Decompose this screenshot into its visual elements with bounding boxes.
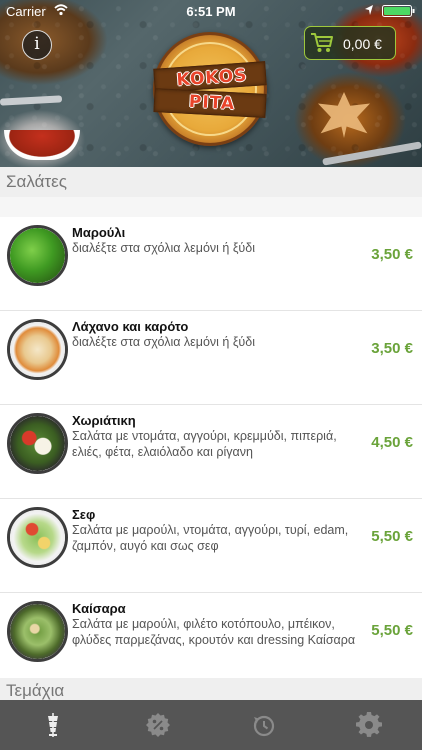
- item-description: Σαλάτα με μαρούλι, ντομάτα, αγγούρι, τυρ…: [72, 523, 349, 553]
- battery-icon: [382, 5, 415, 17]
- list-item[interactable]: Χωριάτικη Σαλάτα με ντομάτα, αγγούρι, κρ…: [0, 405, 422, 499]
- location-icon: [365, 5, 373, 15]
- cart-total: 0,00 €: [343, 36, 382, 52]
- item-name: Σεφ: [72, 507, 96, 522]
- list-item[interactable]: Λάχανο και καρότο διαλέξτε στα σχόλια λε…: [0, 311, 422, 405]
- cart-icon: [311, 33, 333, 52]
- item-name: Μαρούλι: [72, 225, 126, 240]
- status-time: 6:51 PM: [186, 4, 236, 19]
- tab-settings[interactable]: [317, 700, 422, 750]
- item-name: Χωριάτικη: [72, 413, 136, 428]
- gyro-icon: [47, 713, 58, 737]
- item-price: 4,50 €: [371, 434, 413, 451]
- info-icon: i: [34, 34, 40, 54]
- item-thumbnail: [7, 319, 68, 380]
- item-thumbnail: [7, 601, 68, 662]
- header-banner: Carrier 6:51 PM i KOKOS PITA 0,00 €: [0, 0, 422, 167]
- discount-icon: [146, 713, 171, 737]
- item-description: διαλέξτε στα σχόλια λεμόνι ή ξύδι: [72, 241, 255, 255]
- history-icon: [253, 715, 274, 737]
- list-item[interactable]: Σεφ Σαλάτα με μαρούλι, ντομάτα, αγγούρι,…: [0, 499, 422, 593]
- item-price: 5,50 €: [371, 622, 413, 639]
- item-price: 5,50 €: [371, 528, 413, 545]
- section-spacer: [0, 197, 422, 217]
- menu-list: Μαρούλι διαλέξτε στα σχόλια λεμόνι ή ξύδ…: [0, 217, 422, 687]
- item-description: διαλέξτε στα σχόλια λεμόνι ή ξύδι: [72, 335, 255, 349]
- section-title: Τεμάχια: [6, 681, 65, 700]
- item-description: Σαλάτα με ντομάτα, αγγούρι, κρεμμύδι, πι…: [72, 429, 337, 459]
- tab-menu[interactable]: [0, 700, 106, 750]
- cart-button[interactable]: 0,00 €: [304, 26, 396, 60]
- status-bar: Carrier 6:51 PM: [0, 0, 422, 22]
- info-button[interactable]: i: [22, 30, 52, 60]
- item-name: Λάχανο και καρότο: [72, 319, 189, 334]
- item-name: Καίσαρα: [72, 601, 126, 616]
- item-description: Σαλάτα με μαρούλι, φιλέτο κοτόπουλο, μπέ…: [72, 617, 356, 647]
- item-thumbnail: [7, 413, 68, 474]
- restaurant-logo: KOKOS PITA: [153, 32, 267, 146]
- item-price: 3,50 €: [371, 340, 413, 357]
- tab-bar: [0, 700, 422, 750]
- section-header-salads: Σαλάτες: [0, 167, 422, 197]
- list-item[interactable]: Μαρούλι διαλέξτε στα σχόλια λεμόνι ή ξύδ…: [0, 217, 422, 311]
- list-item[interactable]: Καίσαρα Σαλάτα με μαρούλι, φιλέτο κοτόπο…: [0, 593, 422, 687]
- section-title: Σαλάτες: [6, 172, 67, 191]
- settings-icon: [356, 712, 383, 737]
- item-thumbnail: [7, 507, 68, 568]
- item-thumbnail: [7, 225, 68, 286]
- item-price: 3,50 €: [371, 246, 413, 263]
- tab-offers[interactable]: [106, 700, 212, 750]
- tab-history[interactable]: [211, 700, 317, 750]
